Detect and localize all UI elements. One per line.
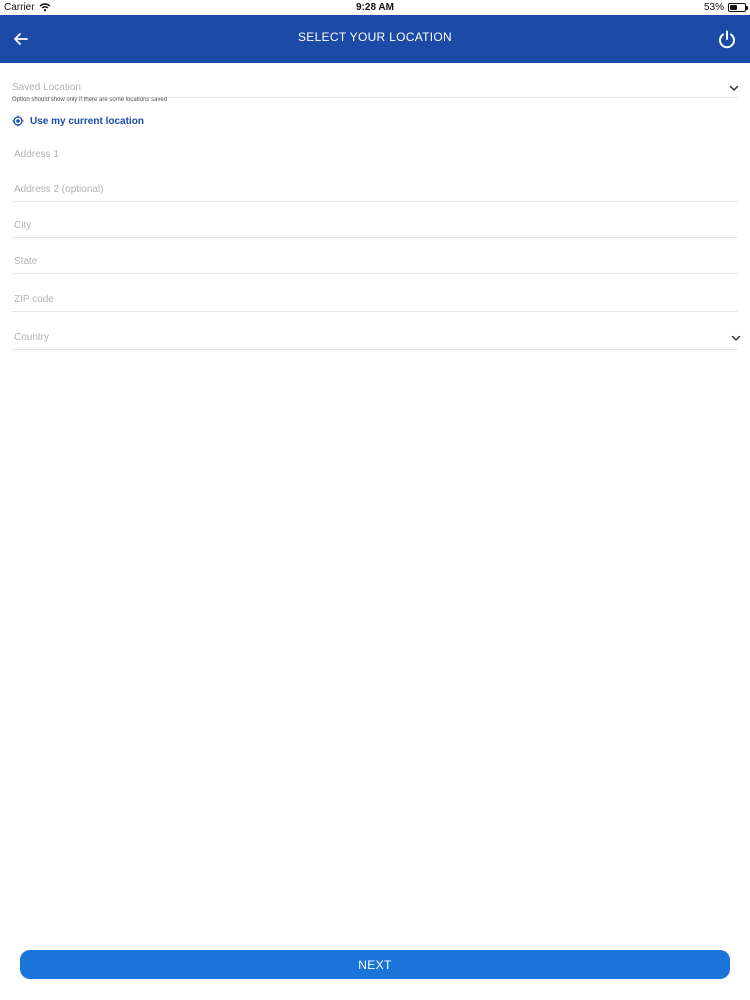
battery-fill xyxy=(730,5,738,10)
use-current-location-label: Use my current location xyxy=(30,115,144,127)
battery-percent: 53% xyxy=(703,2,724,13)
next-button[interactable]: NEXT xyxy=(20,950,730,979)
address2-field[interactable]: Address 2 (optional) xyxy=(12,181,738,202)
status-right: 53% xyxy=(703,2,748,13)
chevron-down-icon[interactable] xyxy=(730,332,742,344)
location-screen: Carrier 9:28 AM 53% SELECT YOUR LOCATION… xyxy=(0,0,750,1000)
page-title: SELECT YOUR LOCATION xyxy=(297,30,453,44)
zip-placeholder: ZIP code xyxy=(14,294,54,305)
status-time: 9:28 AM xyxy=(356,2,394,13)
chevron-down-icon[interactable] xyxy=(728,82,740,94)
use-current-location-button[interactable]: Use my current location xyxy=(12,115,144,127)
state-placeholder: State xyxy=(14,256,38,267)
state-field[interactable]: State xyxy=(12,253,738,274)
city-placeholder: City xyxy=(14,220,32,231)
app-header: SELECT YOUR LOCATION xyxy=(0,15,750,63)
saved-location-helper: Option should show only if there are som… xyxy=(12,97,168,103)
address2-placeholder: Address 2 (optional) xyxy=(14,184,104,195)
country-select[interactable]: Country xyxy=(12,329,741,350)
status-bar: Carrier 9:28 AM 53% xyxy=(0,0,750,15)
saved-location-select[interactable]: Saved Location xyxy=(12,79,740,98)
zip-field[interactable]: ZIP code xyxy=(12,291,738,312)
country-placeholder: Country xyxy=(14,332,50,343)
city-field[interactable]: City xyxy=(12,217,738,238)
power-icon xyxy=(716,28,738,50)
address1-field[interactable]: Address 1 xyxy=(12,146,738,166)
address1-placeholder: Address 1 xyxy=(14,149,60,160)
power-button[interactable] xyxy=(716,28,738,50)
target-icon xyxy=(12,115,24,127)
battery-icon xyxy=(728,3,748,12)
saved-location-placeholder: Saved Location xyxy=(12,82,81,93)
next-button-label: NEXT xyxy=(358,957,392,972)
